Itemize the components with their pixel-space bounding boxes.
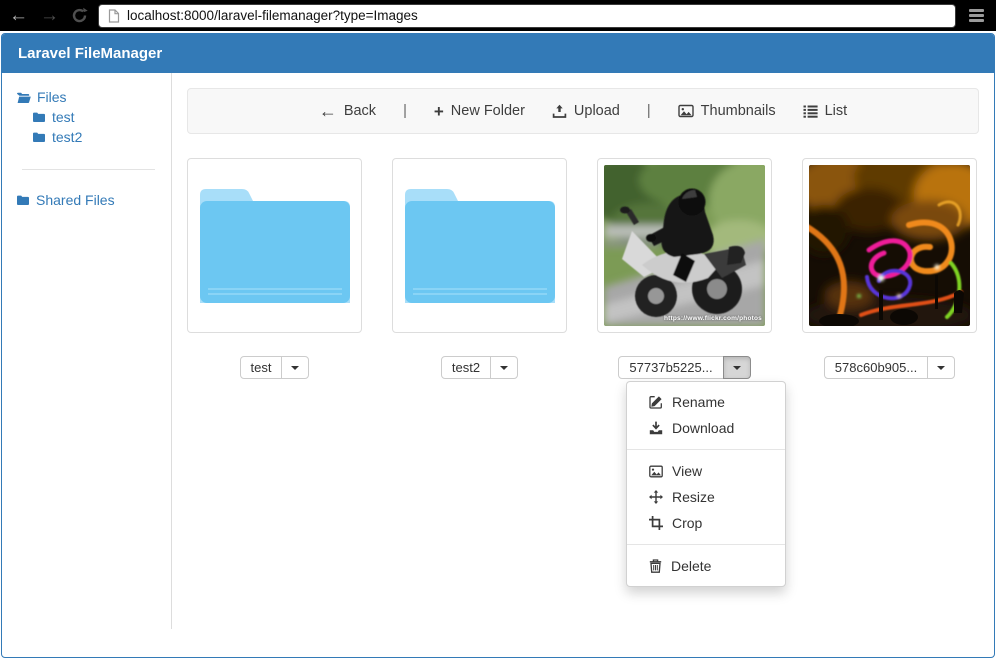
new-folder-label: New Folder: [451, 103, 525, 119]
sidebar-item-test[interactable]: test: [16, 107, 171, 127]
menu-item-crop[interactable]: Crop: [627, 510, 785, 536]
menu-item-delete[interactable]: Delete: [627, 553, 785, 579]
thumbnails-button[interactable]: Thumbnails: [678, 103, 776, 119]
sidebar-item-shared-files[interactable]: Shared Files: [16, 190, 171, 210]
chevron-down-icon: [937, 366, 945, 370]
url-bar[interactable]: localhost:8000/laravel-filemanager?type=…: [98, 4, 956, 28]
grid-item-image-1: https://www.flickr.com/photos 57737b5225…: [597, 158, 772, 379]
sidebar-item-label: Shared Files: [36, 192, 115, 208]
sidebar-item-test2[interactable]: test2: [16, 127, 171, 147]
menu-item-label: Rename: [672, 393, 725, 411]
reload-icon[interactable]: [71, 7, 88, 24]
sidebar-item-files[interactable]: Files: [16, 87, 171, 107]
download-icon: [649, 421, 663, 435]
toolbar: ← Back | + New Folder Upload |: [187, 88, 979, 134]
item-dropdown-toggle[interactable]: [490, 356, 518, 379]
menu-item-label: Resize: [672, 488, 715, 506]
item-name-button[interactable]: 578c60b905...: [824, 356, 928, 379]
item-dropdown-toggle[interactable]: [927, 356, 955, 379]
hamburger-icon[interactable]: [966, 4, 987, 28]
menu-item-download[interactable]: Download: [627, 415, 785, 441]
sidebar: Files test test2 Shared Files: [2, 73, 172, 629]
back-arrow-icon[interactable]: ←: [9, 6, 28, 25]
page-title: Laravel FileManager: [2, 34, 994, 73]
content-area: ← Back | + New Folder Upload |: [172, 73, 994, 657]
arrows-icon: [649, 490, 663, 504]
page-icon: [108, 9, 120, 23]
sidebar-item-label: Files: [37, 89, 67, 105]
list-icon: [803, 105, 818, 118]
new-folder-button[interactable]: + New Folder: [434, 103, 525, 120]
item-actions: test: [187, 356, 362, 379]
toolbar-separator: |: [647, 103, 651, 119]
item-actions: 57737b5225...: [597, 356, 772, 379]
crop-icon: [649, 516, 663, 530]
item-dropdown-toggle[interactable]: [723, 356, 751, 379]
menu-item-label: Delete: [671, 557, 711, 575]
browser-chrome: ← → localhost:8000/laravel-filemanager?t…: [0, 0, 996, 31]
item-actions: test2: [392, 356, 567, 379]
chevron-down-icon: [500, 366, 508, 370]
image-icon: [649, 465, 663, 478]
thumbnail-motorcycle[interactable]: https://www.flickr.com/photos: [604, 165, 765, 326]
grid-item-folder-test2: test2: [392, 158, 567, 379]
folder-card[interactable]: [392, 158, 567, 333]
list-button[interactable]: List: [803, 103, 848, 119]
folder-icon: [200, 185, 350, 307]
sidebar-item-label: test2: [52, 129, 82, 145]
chevron-down-icon: [291, 366, 299, 370]
back-button[interactable]: ← Back: [319, 102, 376, 120]
edit-icon: [649, 395, 663, 409]
menu-item-view[interactable]: View: [627, 458, 785, 484]
folder-open-icon: [16, 91, 31, 104]
folder-icon: [32, 111, 46, 123]
forward-arrow-icon[interactable]: →: [40, 6, 59, 25]
folder-icon: [405, 185, 555, 307]
filemanager-panel: Laravel FileManager Files test: [1, 33, 995, 658]
menu-item-label: Download: [672, 419, 734, 437]
plus-icon: +: [434, 103, 444, 120]
grid-item-image-2: 578c60b905...: [802, 158, 977, 379]
menu-item-label: View: [672, 462, 702, 480]
thumbnail-light-painting[interactable]: [809, 165, 970, 326]
menu-item-resize[interactable]: Resize: [627, 484, 785, 510]
upload-label: Upload: [574, 103, 620, 119]
trash-icon: [649, 559, 662, 573]
folder-icon: [16, 194, 30, 206]
back-label: Back: [344, 103, 376, 119]
item-name-button[interactable]: 57737b5225...: [618, 356, 723, 379]
chevron-down-icon: [733, 366, 741, 370]
thumbnails-label: Thumbnails: [701, 103, 776, 119]
item-actions: 578c60b905...: [802, 356, 977, 379]
item-name-button[interactable]: test: [240, 356, 283, 379]
file-grid: test: [187, 158, 979, 379]
list-label: List: [825, 103, 848, 119]
toolbar-separator: |: [403, 103, 407, 119]
back-arrow-icon: ←: [319, 102, 337, 120]
sidebar-item-label: test: [52, 109, 75, 125]
folder-card[interactable]: [187, 158, 362, 333]
image-card[interactable]: [802, 158, 977, 333]
menu-item-label: Crop: [672, 514, 702, 532]
sidebar-divider: [22, 169, 155, 170]
menu-divider: [627, 449, 785, 450]
grid-item-folder-test: test: [187, 158, 362, 379]
image-card[interactable]: https://www.flickr.com/photos: [597, 158, 772, 333]
menu-item-rename[interactable]: Rename: [627, 389, 785, 415]
item-name-button[interactable]: test2: [441, 356, 491, 379]
image-icon: [678, 104, 694, 118]
context-menu: Rename Download: [626, 381, 786, 587]
menu-divider: [627, 544, 785, 545]
upload-button[interactable]: Upload: [552, 103, 620, 119]
item-dropdown-toggle[interactable]: [281, 356, 309, 379]
folder-icon: [32, 131, 46, 143]
upload-icon: [552, 104, 567, 119]
image-watermark: https://www.flickr.com/photos: [664, 315, 762, 322]
url-text: localhost:8000/laravel-filemanager?type=…: [127, 8, 418, 23]
